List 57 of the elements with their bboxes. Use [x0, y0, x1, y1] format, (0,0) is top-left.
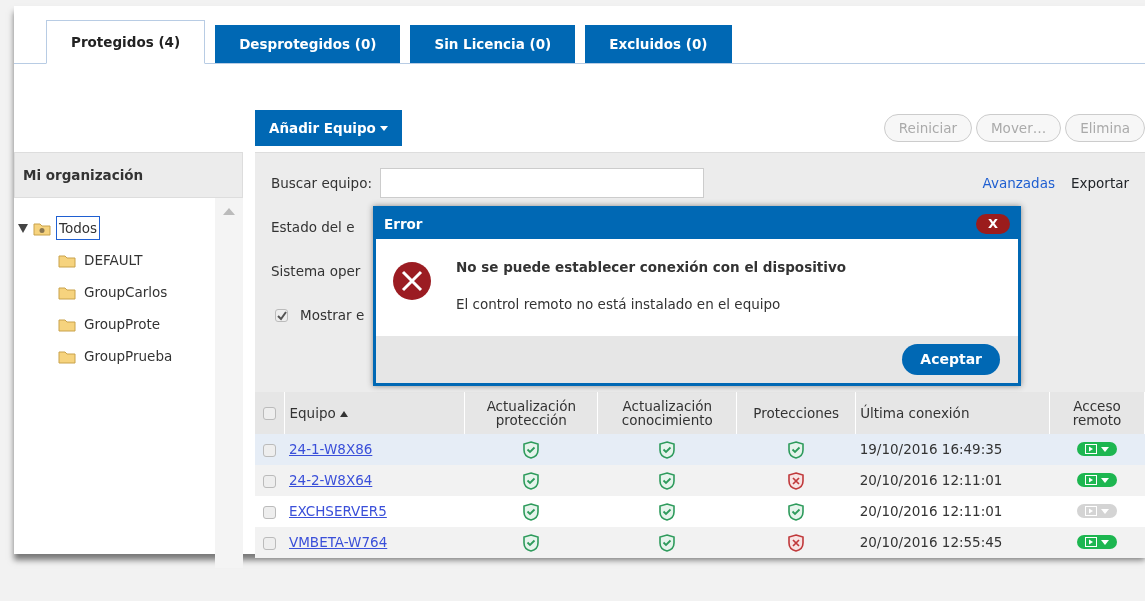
tab[interactable]: Protegidos (4) [46, 20, 206, 64]
tab[interactable]: Sin Licencia (0) [410, 25, 576, 63]
folder-icon [58, 252, 76, 268]
scroll-up-icon[interactable] [223, 208, 235, 216]
field-label: Estado del e [271, 217, 355, 237]
tree-item[interactable]: DEFAULT [81, 248, 146, 273]
play-screen-icon [1085, 475, 1097, 486]
play-screen-icon [1085, 506, 1097, 517]
export-link[interactable]: Exportar [1071, 172, 1129, 194]
error-message: El control remoto no está instalado en el equipo [456, 294, 782, 314]
device-link[interactable]: EXCHSERVER5 [289, 503, 387, 520]
close-button[interactable]: X [975, 214, 1010, 234]
dialog-title: Error [384, 215, 423, 234]
checkbox-label: Mostrar e [300, 305, 365, 325]
play-screen-icon [1085, 444, 1097, 455]
timestamp: 20/10/2016 12:55:45 [859, 534, 1003, 551]
caret-icon [1101, 508, 1109, 514]
tree-item[interactable]: Todos [56, 216, 101, 241]
error-heading: No se puede establecer conexión con el dispositivo [456, 258, 846, 278]
caret-icon [1101, 539, 1109, 545]
checkbox[interactable] [263, 443, 277, 457]
caret-icon [1101, 477, 1109, 483]
timestamp: 19/10/2016 16:49:35 [859, 441, 1003, 458]
folder-icon [58, 348, 76, 364]
remote-access-button[interactable] [1077, 535, 1117, 550]
add-device-button[interactable]: Añadir Equipo [255, 109, 402, 147]
sort-ascending-icon [339, 410, 348, 417]
tab[interactable]: Desprotegidos (0) [215, 25, 401, 63]
panel-header: Mi organización [14, 152, 243, 199]
column-header[interactable]: Equipo [289, 405, 336, 421]
caret-icon [379, 126, 388, 132]
folder-icon [58, 316, 76, 332]
search-field[interactable] [379, 168, 704, 198]
remote-access-button[interactable] [1077, 442, 1117, 457]
tree-item[interactable]: GroupProte [81, 312, 164, 337]
timestamp: 20/10/2016 12:11:01 [859, 472, 1003, 489]
checkbox[interactable] [263, 407, 277, 421]
accept-button[interactable]: Aceptar [902, 343, 1000, 375]
tree-item[interactable]: GroupPrueba [81, 344, 176, 369]
folder-icon [58, 284, 76, 300]
field-label: Buscar equipo: [271, 173, 372, 193]
advanced-link[interactable]: Avanzadas [982, 172, 1055, 194]
checkbox[interactable] [263, 474, 277, 488]
checkbox[interactable] [263, 505, 277, 519]
play-screen-icon [1085, 537, 1097, 548]
tab[interactable]: Excluidos (0) [585, 25, 732, 63]
checkbox[interactable] [263, 536, 277, 550]
error-icon [392, 261, 432, 302]
remote-access-button[interactable] [1077, 504, 1117, 519]
field-label: Sistema oper [271, 261, 361, 281]
expand-arrow-icon[interactable] [18, 223, 28, 233]
checkbox[interactable] [275, 308, 288, 322]
timestamp: 20/10/2016 12:11:01 [859, 503, 1003, 520]
tree-item[interactable]: GroupCarlos [81, 280, 171, 305]
remote-access-button[interactable] [1077, 473, 1117, 488]
folder-icon [33, 220, 51, 236]
caret-icon [1101, 446, 1109, 452]
